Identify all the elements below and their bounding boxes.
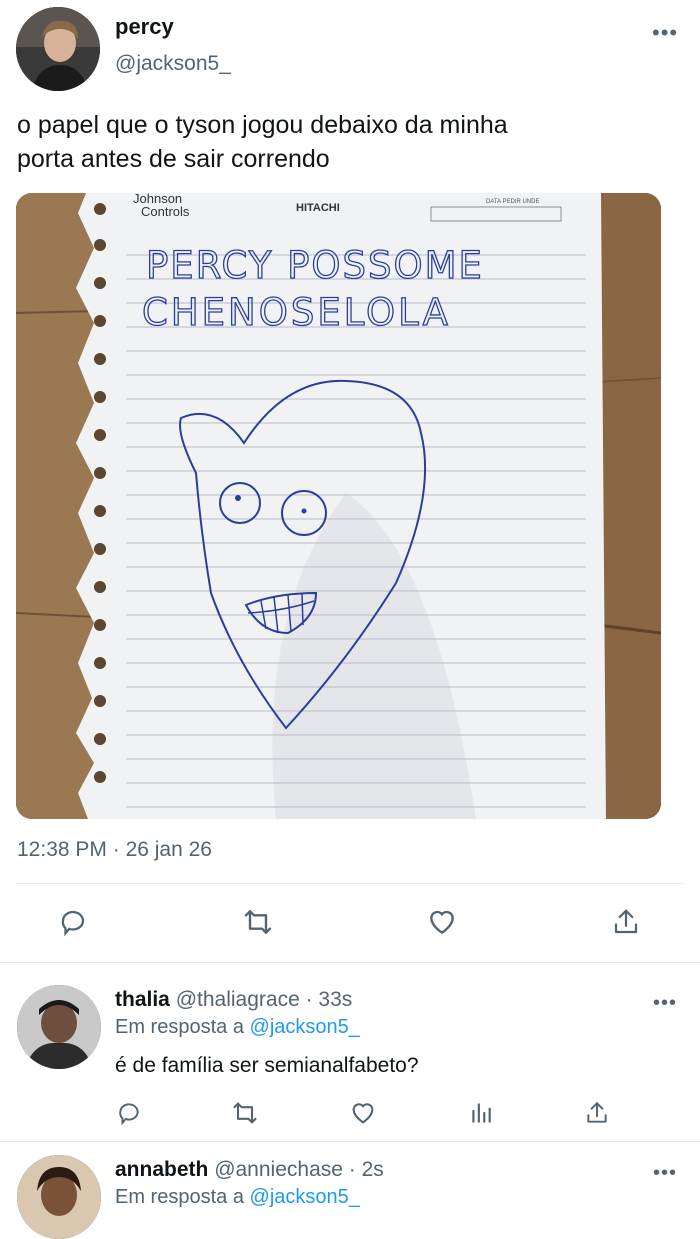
tweet-timestamp[interactable]: 12:38 PM · 26 jan 26 [17, 838, 212, 862]
reply-icon[interactable] [55, 904, 91, 940]
logo-data: DATA PEDIR UNDE [486, 199, 539, 205]
like-icon[interactable] [348, 1098, 378, 1128]
reply-to-handle[interactable]: @jackson5_ [250, 1016, 360, 1038]
reply-header: annabeth @anniechase · 2s [115, 1158, 384, 1182]
note-line-2: CHENOSELOLA [142, 291, 451, 334]
logo-hitachi: HITACHI [296, 202, 340, 214]
reply-author-name[interactable]: annabeth [115, 1158, 208, 1181]
reply-author-handle[interactable]: @anniechase [214, 1158, 343, 1181]
tweet-time: 12:38 PM [17, 838, 107, 861]
logo-controls: Controls [141, 204, 190, 219]
author-handle[interactable]: @jackson5_ [115, 52, 231, 76]
more-horizontal-icon[interactable]: ••• [652, 22, 678, 44]
divider [16, 883, 684, 884]
reply-to-prefix: Em resposta a [115, 1016, 244, 1038]
divider [0, 962, 700, 963]
reply-text: é de família ser semianalfabeto? [115, 1054, 419, 1077]
reply-icon[interactable] [114, 1098, 144, 1128]
divider [0, 1141, 700, 1142]
reply-to-prefix: Em resposta a [115, 1186, 244, 1208]
like-icon[interactable] [424, 904, 460, 940]
reply-to-line: Em resposta a @jackson5_ [115, 1016, 360, 1039]
retweet-icon[interactable] [240, 904, 276, 940]
author-avatar[interactable] [16, 7, 100, 91]
more-horizontal-icon[interactable]: ••• [653, 993, 677, 1013]
reply-avatar[interactable] [17, 1155, 101, 1239]
tweet-image[interactable]: Johnson Controls HITACHI DATA PEDIR UNDE… [16, 193, 661, 819]
share-icon[interactable] [582, 1098, 612, 1128]
tweet-text-line-1: o papel que o tyson jogou debaixo da min… [17, 111, 508, 139]
reply-time: · 33s [305, 988, 353, 1011]
reply-time: · 2s [348, 1158, 384, 1181]
note-line-1: PERCY POSSOME [146, 244, 484, 287]
reply-author-handle[interactable]: @thaliagrace [176, 988, 300, 1011]
share-icon[interactable] [608, 904, 644, 940]
more-horizontal-icon[interactable]: ••• [653, 1163, 677, 1183]
reply-avatar[interactable] [17, 985, 101, 1069]
tweet-date: 26 jan 26 [125, 838, 212, 861]
timestamp-separator: · [112, 838, 120, 861]
reply-author-name[interactable]: thalia [115, 988, 170, 1011]
tweet-text-line-2: porta antes de sair correndo [17, 145, 330, 173]
reply-to-line: Em resposta a @jackson5_ [115, 1186, 360, 1209]
reply-header: thalia @thaliagrace · 33s [115, 988, 352, 1012]
tweet-text: o papel que o tyson jogou debaixo da min… [17, 108, 508, 176]
analytics-icon[interactable] [466, 1098, 496, 1128]
author-name[interactable]: percy [115, 14, 174, 40]
reply-to-handle[interactable]: @jackson5_ [250, 1186, 360, 1208]
retweet-icon[interactable] [230, 1098, 260, 1128]
